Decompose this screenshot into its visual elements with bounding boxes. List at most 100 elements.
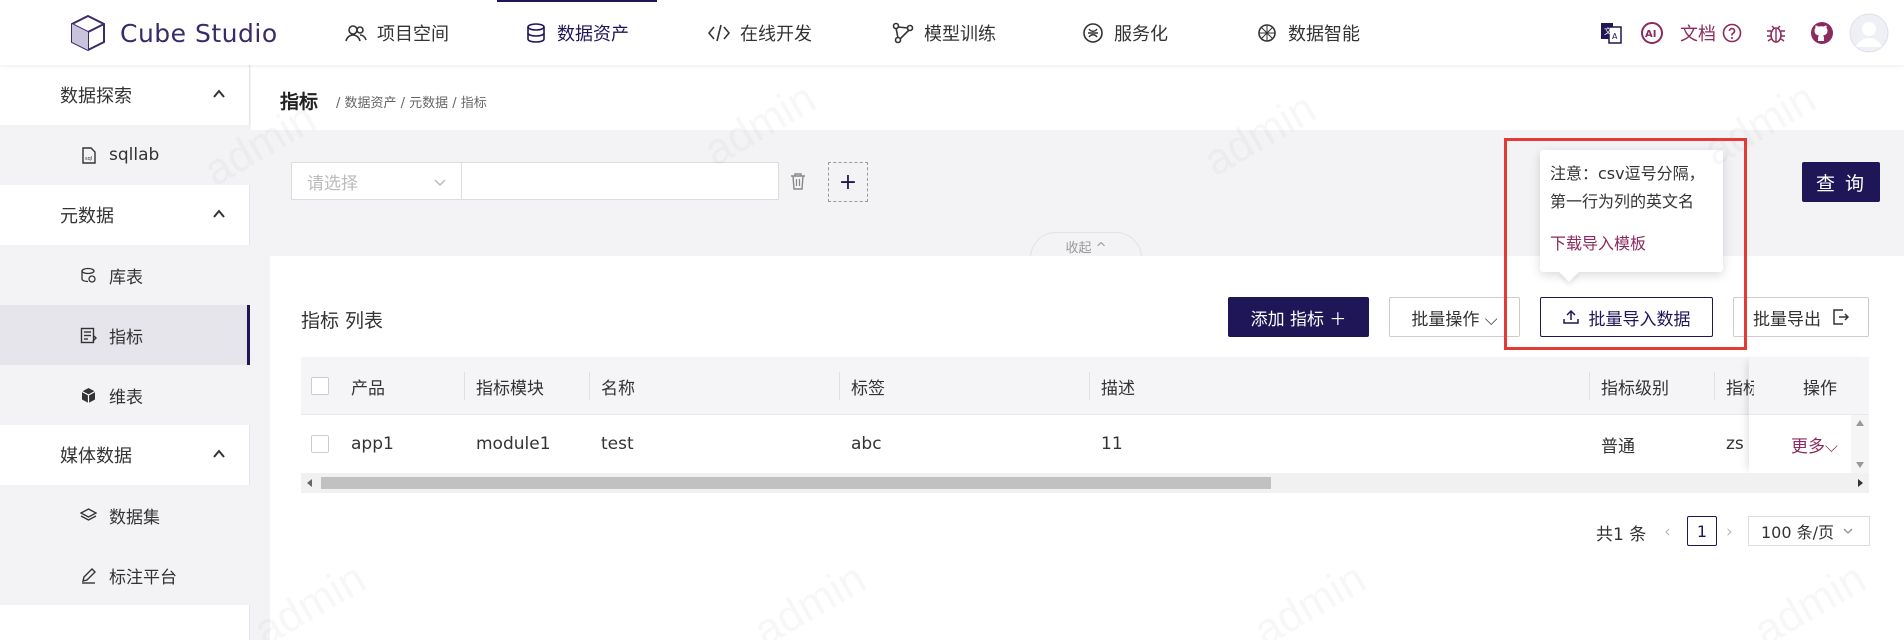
- sidebar-item-datasets[interactable]: 数据集: [0, 485, 250, 545]
- code-icon: [708, 24, 730, 41]
- docs-link[interactable]: 文档: [1680, 20, 1742, 46]
- batch-import-label: 批量导入数据: [1588, 309, 1691, 330]
- add-metric-button[interactable]: 添加 指标 ＋: [1228, 297, 1369, 337]
- cell-tag: abc: [851, 434, 882, 454]
- nav-item-label: 模型训练: [924, 23, 996, 45]
- sidebar-item-tables[interactable]: 库表: [0, 245, 250, 305]
- cell-product: app1: [351, 434, 394, 454]
- breadcrumb: / 数据资产 / 元数据 / 指标: [336, 96, 487, 111]
- nav-item-label: 数据智能: [1288, 23, 1360, 45]
- export-icon: [1833, 309, 1849, 325]
- select-placeholder: 请选择: [307, 173, 358, 194]
- column-divider: [1589, 372, 1590, 400]
- sidebar-group-metadata[interactable]: 元数据: [0, 185, 250, 245]
- avatar[interactable]: [1849, 13, 1889, 53]
- column-header-tag[interactable]: 标签: [851, 357, 885, 415]
- column-header-name[interactable]: 名称: [601, 357, 635, 415]
- select-all-checkbox[interactable]: [311, 377, 329, 395]
- nav-item-data-assets[interactable]: 数据资产: [497, 0, 657, 65]
- scroll-right-icon: [1858, 479, 1863, 487]
- sidebar-item-label: 维表: [109, 387, 143, 408]
- plus-icon: +: [838, 169, 858, 195]
- sidebar-group-label: 元数据: [60, 206, 114, 227]
- scrollbar-thumb[interactable]: [321, 477, 1271, 489]
- sidebar-item-dimension-tables[interactable]: 维表: [0, 365, 250, 425]
- scroll-down-icon: [1856, 462, 1864, 468]
- sidebar-group-label: 数据探索: [60, 86, 132, 107]
- collapse-toggle[interactable]: 收起 ^: [1030, 232, 1142, 258]
- vertical-scrollbar[interactable]: [1851, 415, 1869, 473]
- sidebar-item-annotation[interactable]: 标注平台: [0, 545, 250, 605]
- sidebar-group-media-data[interactable]: 媒体数据: [0, 425, 250, 485]
- sidebar-item-label: sqllab: [109, 145, 160, 165]
- service-icon: [1083, 22, 1103, 43]
- sidebar-group-data-explore[interactable]: 数据探索: [0, 65, 250, 125]
- tooltip-line-1: 注意：csv逗号分隔，: [1550, 164, 1705, 183]
- cell-owner: zs: [1726, 434, 1744, 454]
- column-divider: [464, 372, 465, 400]
- svg-text:A: A: [1612, 32, 1618, 41]
- cell-module: module1: [476, 434, 551, 454]
- svg-text:文: 文: [1604, 26, 1612, 36]
- filter-value-input[interactable]: [461, 162, 779, 200]
- column-header-level[interactable]: 指标级别: [1601, 357, 1669, 415]
- column-header-owner[interactable]: 指标: [1726, 357, 1754, 415]
- model-icon: [892, 22, 914, 43]
- column-header-description[interactable]: 描述: [1101, 357, 1135, 415]
- layers-icon: [80, 507, 97, 521]
- svg-text:sql: sql: [85, 156, 92, 162]
- batch-import-button[interactable]: 批量导入数据: [1540, 297, 1713, 337]
- metric-icon: [80, 327, 97, 343]
- github-icon[interactable]: [1810, 20, 1834, 46]
- query-button[interactable]: 查 询: [1802, 162, 1880, 202]
- column-divider: [839, 372, 840, 400]
- trash-icon[interactable]: [790, 172, 806, 190]
- chevron-down-icon: [1843, 528, 1853, 535]
- download-template-link[interactable]: 下载导入模板: [1550, 230, 1713, 258]
- more-actions-dropdown[interactable]: 更多⌵: [1791, 415, 1838, 473]
- filter-field-select[interactable]: 请选择: [291, 162, 462, 200]
- column-header-product[interactable]: 产品: [351, 357, 385, 415]
- prev-page-icon[interactable]: ‹: [1664, 517, 1671, 547]
- sidebar-item-label: 标注平台: [109, 567, 177, 588]
- nav-item-project-space[interactable]: 项目空间: [345, 0, 449, 65]
- page-size-select[interactable]: 100 条/页: [1748, 516, 1870, 546]
- table-icon: [81, 267, 96, 283]
- horizontal-scrollbar[interactable]: [301, 473, 1869, 493]
- database-icon: [527, 22, 545, 43]
- sidebar-item-metrics[interactable]: 指标: [0, 305, 250, 365]
- column-header-module[interactable]: 指标模块: [476, 357, 544, 415]
- list-title: 指标 列表: [301, 310, 384, 332]
- nav-item-label: 在线开发: [740, 23, 812, 45]
- sidebar-group-label: 媒体数据: [60, 446, 132, 467]
- chevron-up-icon: [213, 449, 225, 458]
- nav-item-data-intelligence[interactable]: 数据智能: [1256, 0, 1360, 65]
- batch-export-label: 批量导出: [1753, 309, 1821, 330]
- sidebar: 数据探索 sql sqllab 元数据 库表 指标 维表 媒体数据 数据集 标注…: [0, 65, 250, 640]
- nav-item-model-training[interactable]: 模型训练: [892, 0, 996, 65]
- ai-assistant-icon[interactable]: AI: [1640, 20, 1664, 46]
- column-divider: [1089, 372, 1090, 400]
- ai-icon: [1258, 23, 1276, 42]
- cube-logo-icon: [71, 14, 105, 52]
- batch-operation-button[interactable]: 批量操作 ⌵: [1389, 297, 1520, 337]
- page-size-value: 100 条/页: [1761, 523, 1835, 542]
- import-tooltip: 注意：csv逗号分隔， 第一行为列的英文名 下载导入模板: [1540, 150, 1723, 272]
- bug-icon[interactable]: [1765, 20, 1787, 46]
- sidebar-item-sqllab[interactable]: sql sqllab: [0, 125, 250, 185]
- sidebar-item-label: 数据集: [109, 507, 160, 528]
- nav-item-service[interactable]: 服务化: [1082, 0, 1168, 65]
- nav-item-label: 服务化: [1114, 23, 1168, 45]
- add-filter-button[interactable]: +: [828, 162, 868, 202]
- translate-icon[interactable]: 文A: [1599, 20, 1623, 46]
- batch-export-button[interactable]: 批量导出: [1733, 297, 1869, 337]
- cell-level: 普通: [1601, 436, 1635, 457]
- row-checkbox[interactable]: [311, 435, 329, 453]
- page-title: 指标: [280, 91, 319, 113]
- top-nav: Cube Studio 项目空间 数据资产 在线开发 模型训练 服务化 数据智能…: [0, 0, 1904, 65]
- next-page-icon[interactable]: ›: [1726, 517, 1733, 547]
- logo[interactable]: Cube Studio: [70, 14, 278, 52]
- tooltip-line-2: 第一行为列的英文名: [1550, 192, 1695, 211]
- page-number-current[interactable]: 1: [1687, 516, 1717, 546]
- nav-item-online-dev[interactable]: 在线开发: [708, 0, 812, 65]
